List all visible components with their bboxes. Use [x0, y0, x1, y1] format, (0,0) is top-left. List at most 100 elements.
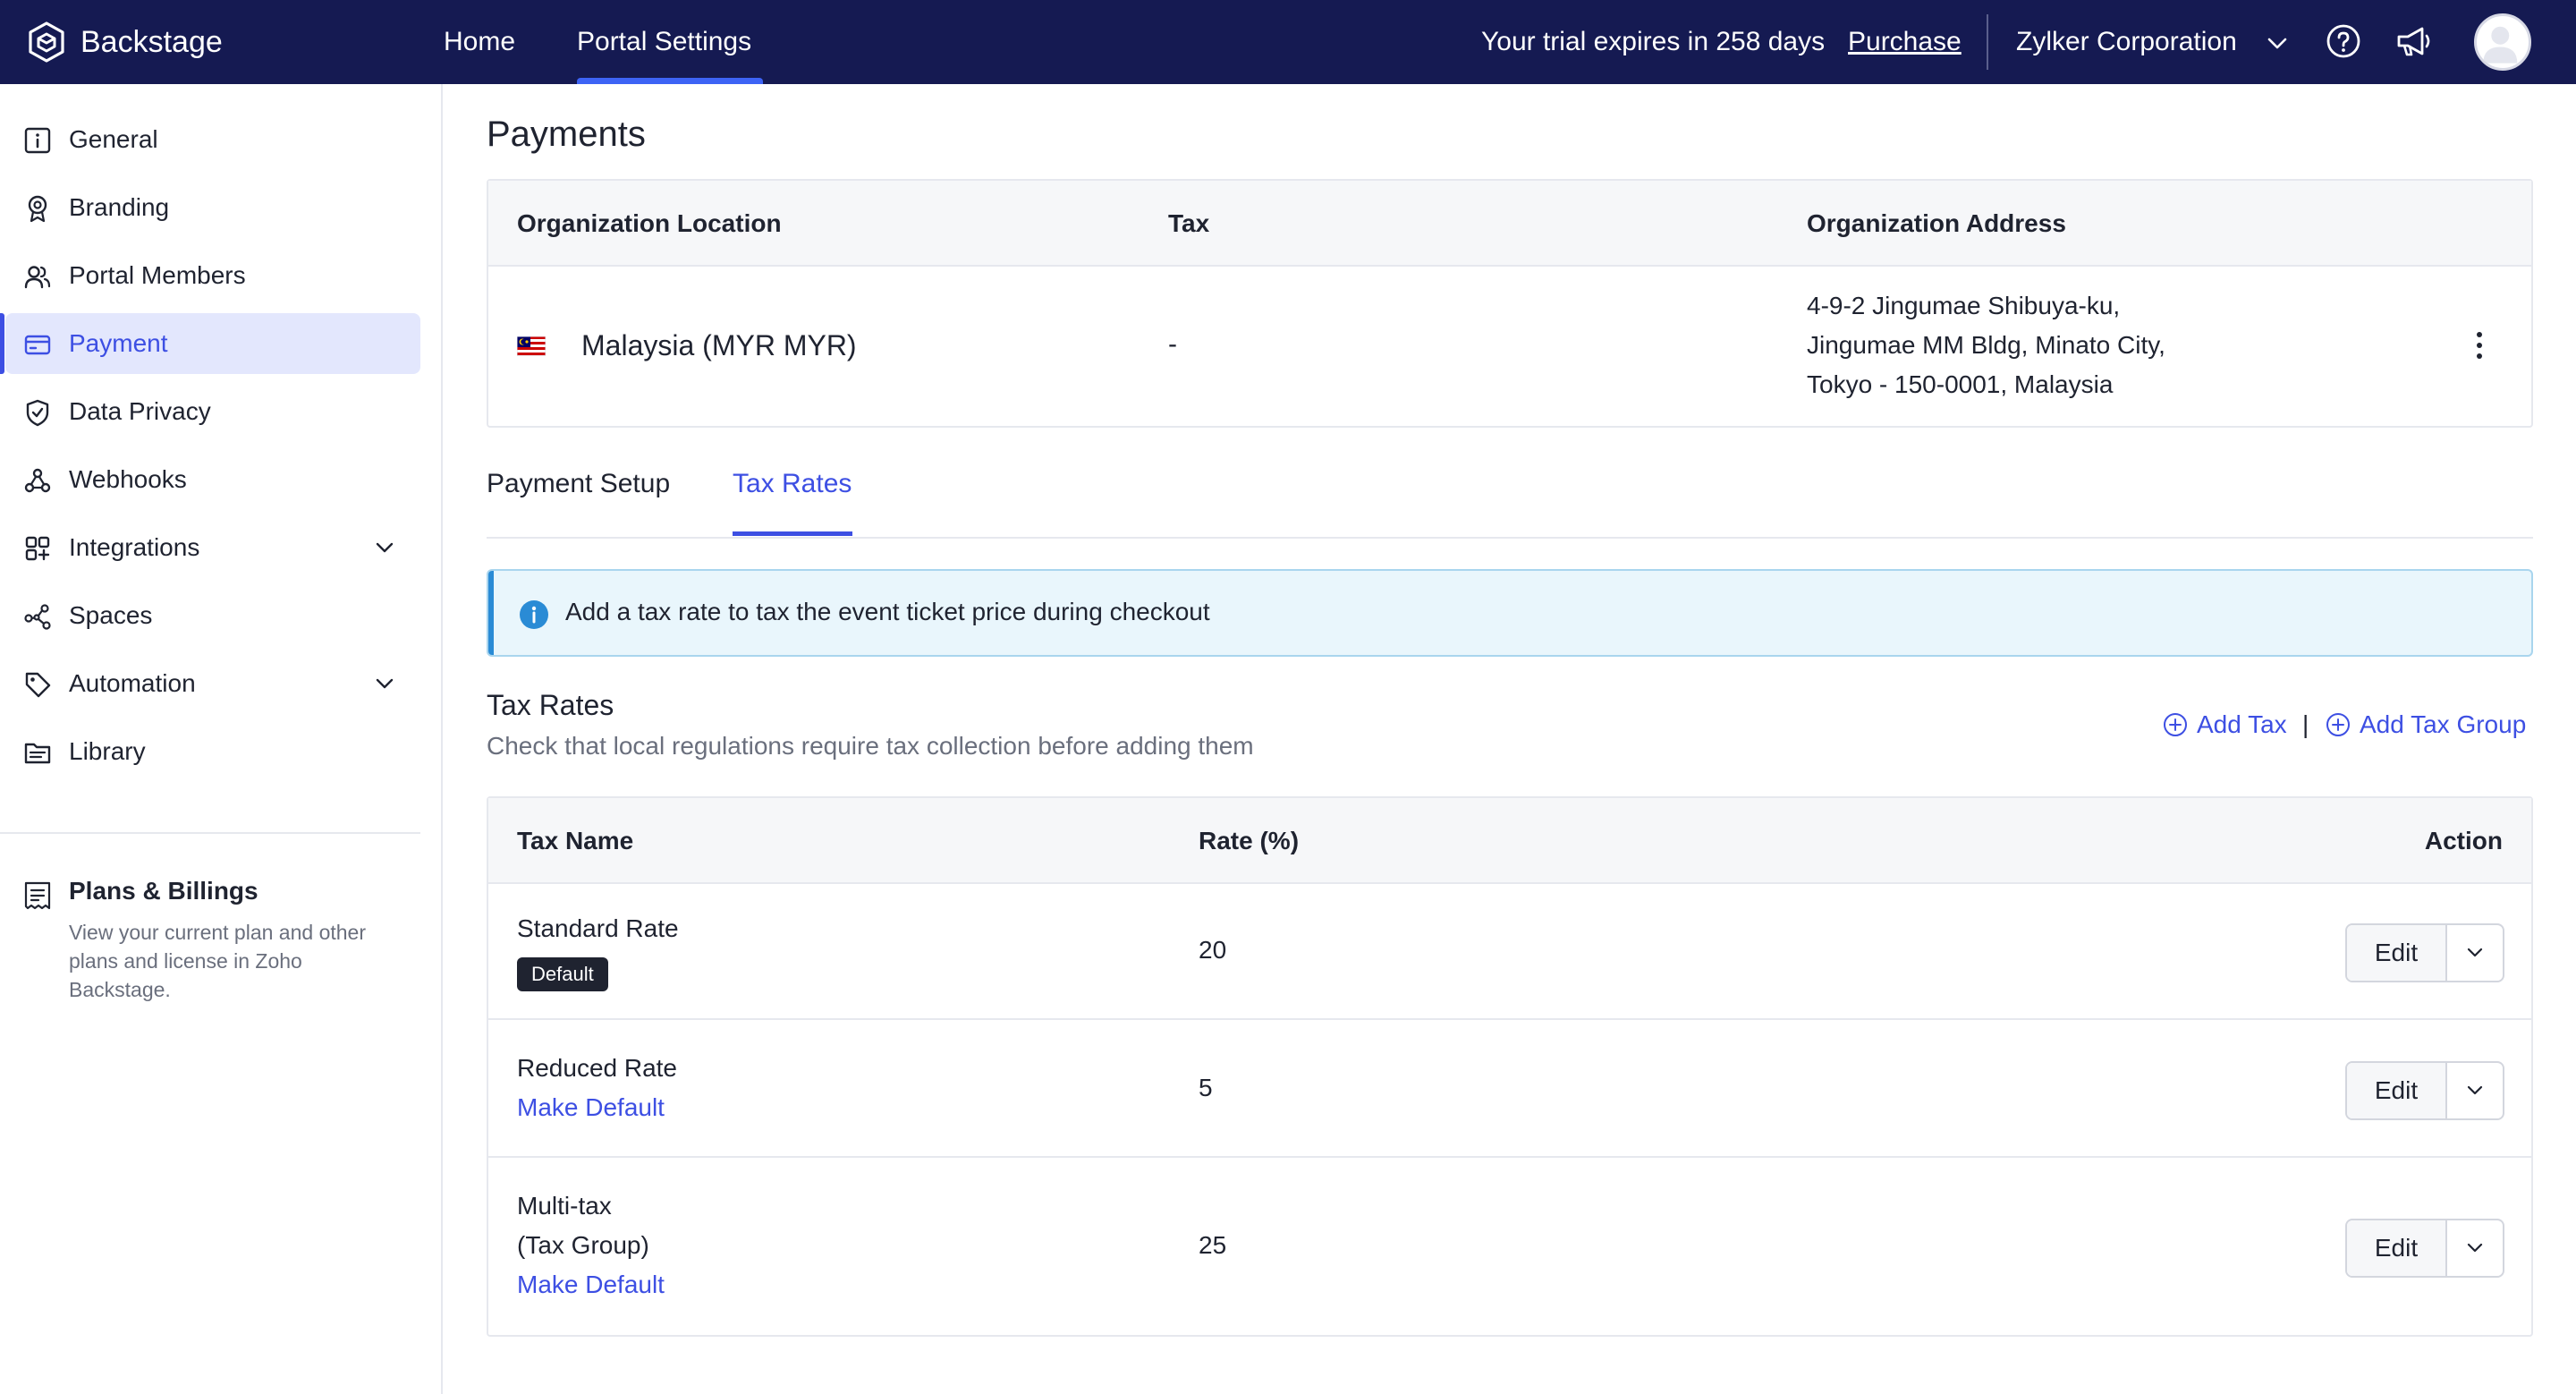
- tax-name: Multi-tax: [517, 1192, 612, 1220]
- info-banner-text: Add a tax rate to tax the event ticket p…: [565, 598, 1210, 625]
- column-header: Action: [2424, 827, 2503, 854]
- user-silhouette-icon: [2483, 26, 2518, 64]
- folder-icon: [24, 743, 51, 764]
- sidebar-item-branding[interactable]: Branding: [5, 177, 420, 238]
- sidebar-item-label: Automation: [69, 669, 196, 697]
- edit-dropdown-toggle[interactable]: [2447, 1063, 2503, 1118]
- address-line: 4-9-2 Jingumae Shibuya-ku,: [1807, 292, 2121, 319]
- badge-icon: [28, 195, 47, 223]
- receipt-icon: [24, 881, 51, 910]
- sidebar-item-spaces[interactable]: Spaces: [5, 585, 420, 646]
- sidebar-item-label: Portal Members: [69, 261, 246, 289]
- sidebar-item-label: Spaces: [69, 601, 153, 629]
- column-header: Tax Name: [517, 827, 634, 854]
- sidebar-item-label: Payment: [69, 329, 168, 357]
- plus-circle-icon: [2164, 713, 2187, 736]
- credit-card-icon: [24, 335, 51, 355]
- edit-dropdown-toggle[interactable]: [2447, 1220, 2503, 1276]
- page-title: Payments: [487, 115, 646, 154]
- chevron-down-icon: [376, 542, 394, 553]
- tax-rates-table: Tax Name Rate (%) Action Standard Rate D…: [487, 796, 2533, 1337]
- edit-split-button: Edit: [2345, 923, 2504, 982]
- sidebar-divider: [0, 832, 420, 834]
- sidebar-item-payment[interactable]: Payment: [0, 313, 420, 374]
- sidebar-item-label: Data Privacy: [69, 397, 211, 425]
- malaysia-flag-icon: [517, 336, 546, 356]
- chevron-down-icon: [2467, 1243, 2483, 1253]
- nav-home[interactable]: Home: [444, 0, 515, 84]
- address-line: Jingumae MM Bldg, Minato City,: [1807, 331, 2165, 359]
- add-tax-label: Add Tax: [2197, 710, 2287, 738]
- tabs-divider: [487, 537, 2533, 539]
- column-header: Organization Address: [1807, 209, 2066, 237]
- section-subtitle: Check that local regulations require tax…: [487, 732, 1254, 760]
- plans-billings-description: View your current plan and other plans a…: [69, 921, 366, 1001]
- brand-name: Backstage: [80, 24, 223, 59]
- info-banner: Add a tax rate to tax the event ticket p…: [487, 569, 2533, 657]
- tab-payment-setup[interactable]: Payment Setup: [487, 469, 670, 499]
- table-header: Organization Location Tax Organization A…: [488, 181, 2531, 267]
- backstage-logo-icon: [29, 21, 64, 63]
- edit-split-button: Edit: [2345, 1061, 2504, 1120]
- tax-rate: 20: [1199, 936, 1227, 964]
- topbar-divider: [1987, 14, 1988, 70]
- default-badge: Default: [517, 957, 608, 991]
- tab-tax-rates[interactable]: Tax Rates: [733, 469, 852, 499]
- table-header: Tax Name Rate (%) Action: [488, 798, 2531, 884]
- nav-active-indicator: [577, 78, 763, 84]
- megaphone-icon[interactable]: [2394, 23, 2433, 59]
- org-switcher[interactable]: Zylker Corporation: [2016, 0, 2237, 84]
- sidebar: General Branding Portal Members Payment: [0, 84, 443, 1394]
- organization-location: Malaysia (MYR MYR): [581, 329, 857, 361]
- sidebar-item-automation[interactable]: Automation: [5, 653, 420, 714]
- purchase-link[interactable]: Purchase: [1848, 0, 1962, 84]
- make-default-link[interactable]: Make Default: [517, 1093, 665, 1122]
- row-divider: [488, 1018, 2531, 1020]
- edit-button[interactable]: Edit: [2347, 1220, 2447, 1276]
- add-tax-group-label: Add Tax Group: [2360, 710, 2527, 738]
- sidebar-item-label: Integrations: [69, 533, 200, 561]
- make-default-link[interactable]: Make Default: [517, 1271, 665, 1299]
- chevron-down-icon: [2467, 948, 2483, 957]
- sidebar-item-general[interactable]: General: [5, 109, 420, 170]
- tax-group-label: (Tax Group): [517, 1231, 649, 1259]
- users-icon: [24, 266, 51, 289]
- tab-active-indicator: [733, 531, 852, 536]
- webhook-icon: [24, 468, 51, 493]
- plus-circle-icon: [2326, 713, 2350, 736]
- edit-button[interactable]: Edit: [2347, 925, 2447, 981]
- more-options-icon[interactable]: [2474, 329, 2485, 361]
- sidebar-item-integrations[interactable]: Integrations: [5, 517, 420, 578]
- info-icon: [520, 600, 548, 629]
- help-icon[interactable]: [2326, 23, 2361, 59]
- tag-icon: [25, 672, 51, 698]
- brand[interactable]: Backstage: [27, 18, 223, 66]
- chevron-down-icon[interactable]: [2267, 34, 2288, 52]
- shield-check-icon: [26, 399, 49, 427]
- avatar[interactable]: [2474, 13, 2531, 71]
- action-separator: |: [2302, 710, 2309, 738]
- plans-billings-link[interactable]: Plans & Billings: [69, 877, 258, 905]
- info-square-icon: [24, 127, 51, 154]
- row-divider: [488, 1156, 2531, 1158]
- chevron-down-icon: [2467, 1085, 2483, 1095]
- sidebar-item-portal-members[interactable]: Portal Members: [5, 245, 420, 306]
- sidebar-item-webhooks[interactable]: Webhooks: [5, 449, 420, 510]
- tax-rate: 5: [1199, 1074, 1213, 1101]
- sidebar-item-label: General: [69, 125, 158, 153]
- nav-portal-settings[interactable]: Portal Settings: [577, 0, 751, 84]
- sidebar-item-data-privacy[interactable]: Data Privacy: [5, 381, 420, 442]
- section-title: Tax Rates: [487, 689, 614, 721]
- trial-notice: Your trial expires in 258 days: [1481, 27, 1826, 56]
- organization-tax: -: [1168, 329, 1177, 359]
- grid-icon: [25, 536, 50, 561]
- column-header: Tax: [1168, 209, 1210, 237]
- sidebar-item-library[interactable]: Library: [5, 721, 420, 782]
- edit-dropdown-toggle[interactable]: [2447, 925, 2503, 981]
- add-tax-group-button[interactable]: Add Tax Group: [2326, 710, 2526, 739]
- chevron-down-icon: [376, 678, 394, 689]
- add-tax-button[interactable]: Add Tax: [2163, 710, 2287, 739]
- share-nodes-icon: [24, 604, 51, 630]
- edit-button[interactable]: Edit: [2347, 1063, 2447, 1118]
- info-banner-accent: [488, 571, 494, 655]
